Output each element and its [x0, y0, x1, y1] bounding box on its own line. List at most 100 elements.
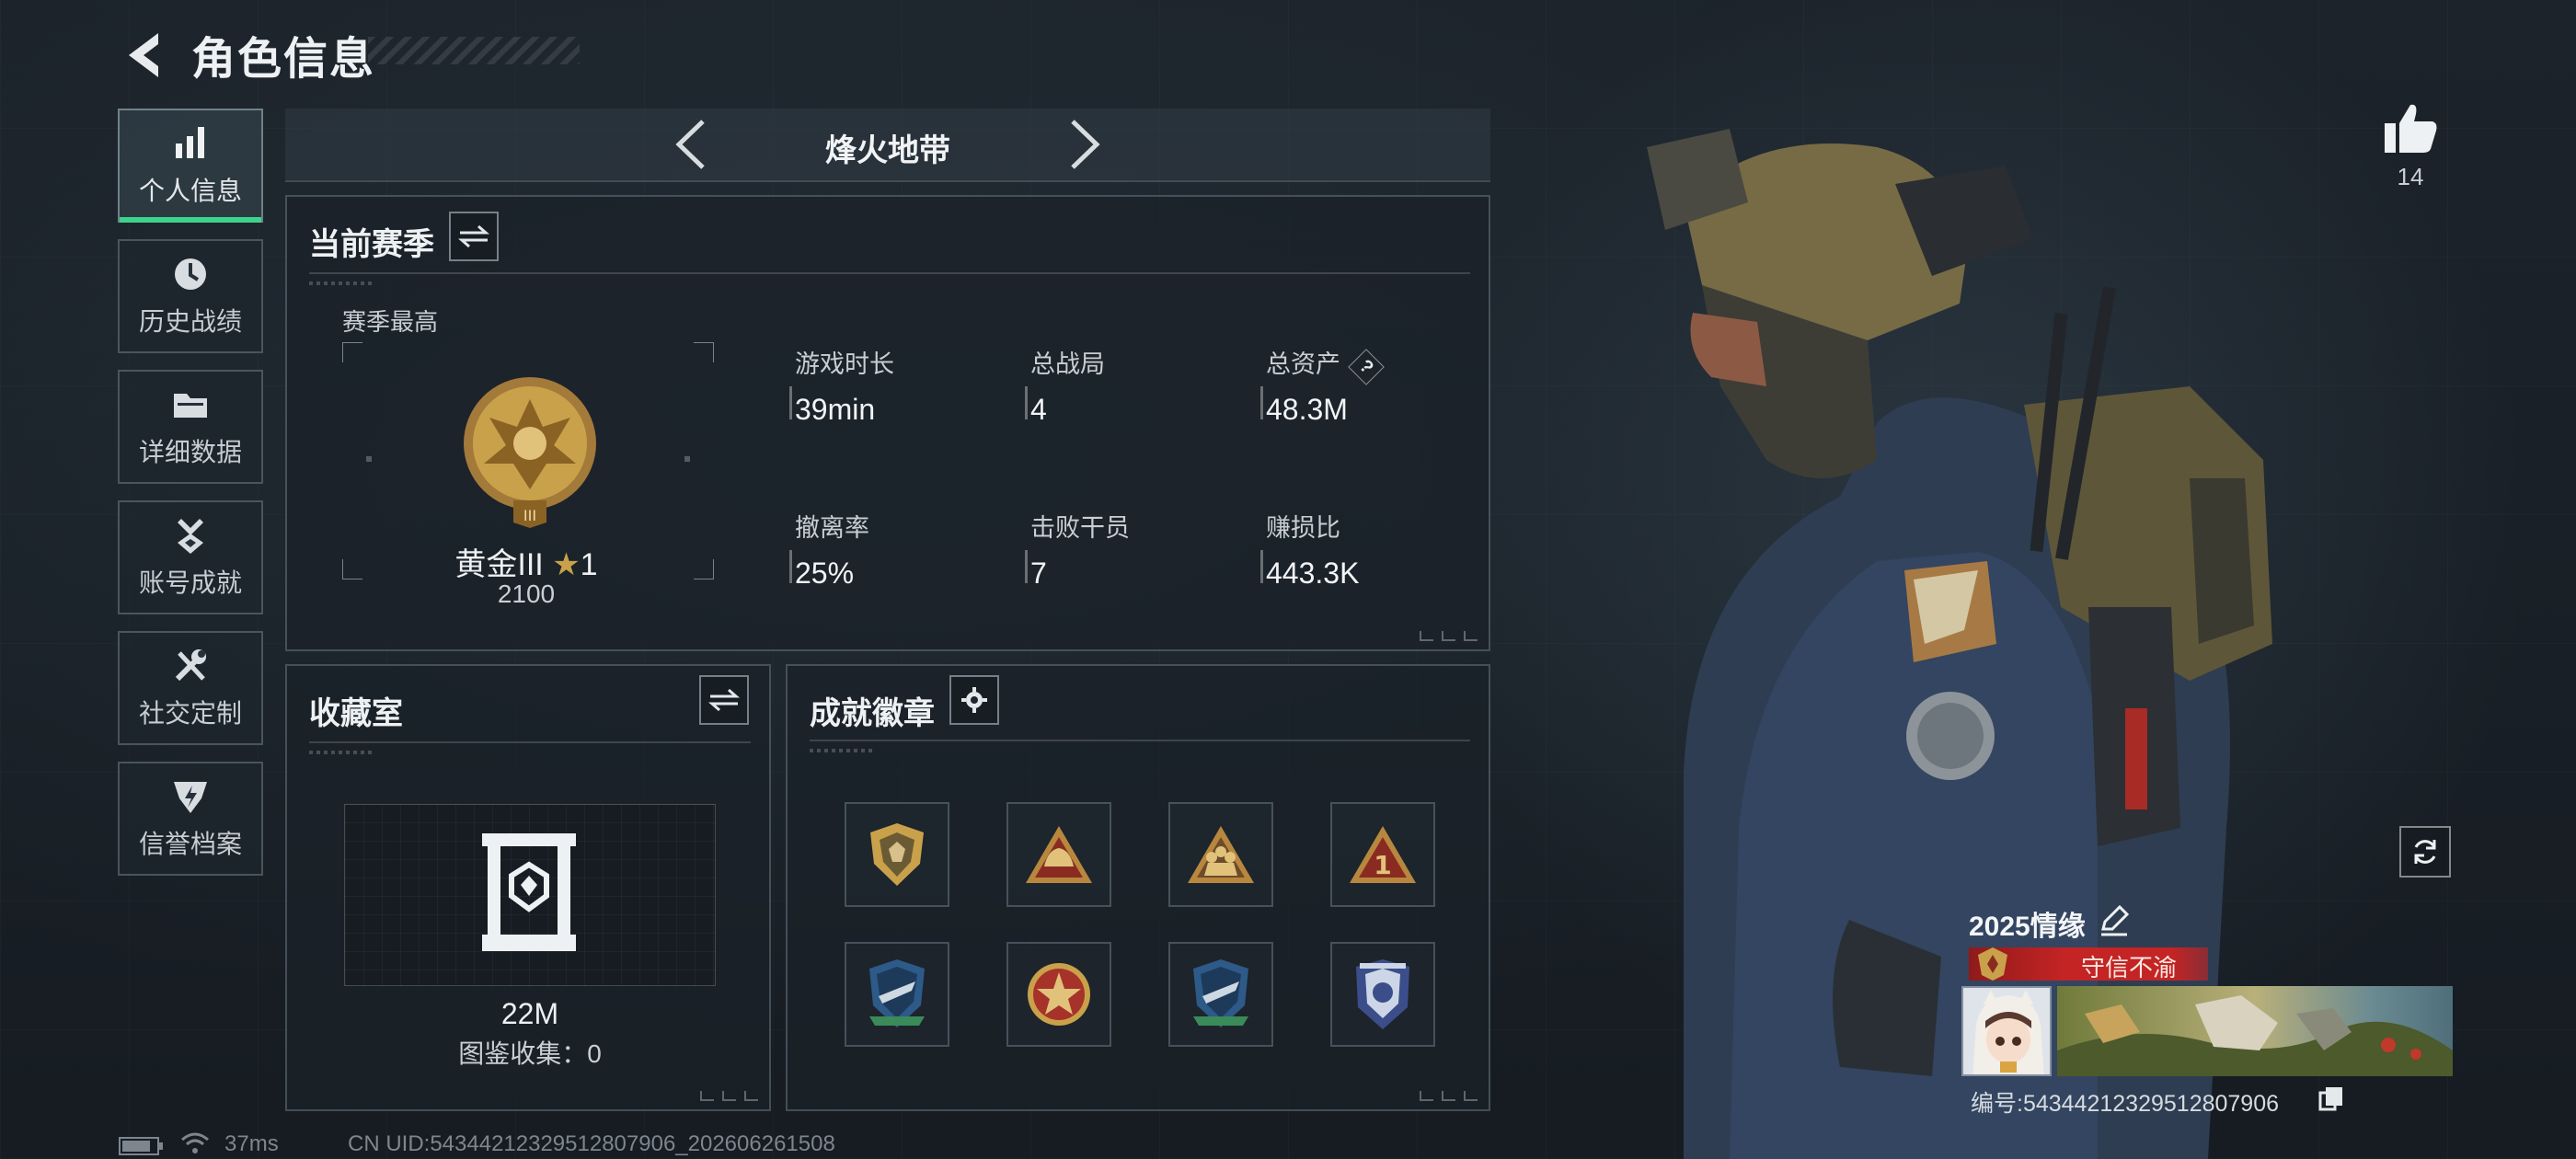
- collection-value: 22M: [500, 997, 559, 1030]
- stat-value: 4: [1030, 393, 1047, 426]
- stat-profit-ratio: 赚损比 443.3K: [1260, 508, 1360, 591]
- stat-label: 游戏时长: [795, 350, 894, 378]
- stat-marker: [1260, 550, 1263, 583]
- thumbs-up-icon: [2385, 104, 2437, 153]
- player-banner[interactable]: [2057, 986, 2453, 1076]
- badge-slot[interactable]: [1330, 942, 1435, 1047]
- stat-total-matches: 总战局 4: [1025, 344, 1105, 427]
- triangle-helmet-badge-icon: [1026, 826, 1092, 883]
- sidebar-item-social[interactable]: 社交定制: [118, 631, 263, 745]
- badges-title: 成就徽章: [810, 696, 935, 731]
- honor-title: 守信不渝: [2081, 954, 2178, 981]
- stat-operators-defeated: 击败干员 7: [1025, 508, 1130, 591]
- rank-name: 黄金III ★1: [287, 539, 765, 584]
- season-panel-title: 当前赛季: [309, 227, 434, 262]
- network-ping: 37ms: [224, 1131, 279, 1156]
- battery-icon: [119, 1137, 163, 1155]
- triangle-number-one-badge-icon: 1: [1350, 826, 1416, 883]
- stat-label: 总资产 ?: [1266, 344, 1385, 385]
- current-season-panel: 当前赛季 赛季最高 III 黄金III ★1 2100 游戏时长 39min 总…: [285, 195, 1490, 651]
- corner-decoration: [1420, 631, 1478, 641]
- rank-score: 2100: [497, 580, 556, 608]
- edit-pencil-icon[interactable]: [2098, 905, 2129, 936]
- swap-arrows-icon: [458, 224, 489, 248]
- wrench-tools-icon: [175, 649, 206, 682]
- sidebar-item-label: 社交定制: [138, 699, 242, 728]
- blue-police-shield-badge-icon: [1356, 959, 1409, 1029]
- like-button[interactable]: 14: [2377, 101, 2444, 191]
- rank-stars: 1: [580, 547, 598, 582]
- divider: [810, 740, 1470, 752]
- sidebar-item-achievements[interactable]: 账号成就: [118, 500, 263, 614]
- divider: [309, 741, 751, 754]
- badge-slot[interactable]: [1168, 942, 1273, 1047]
- catalog-collection-text: 图鉴收集：0: [458, 1039, 602, 1068]
- badges-settings-button[interactable]: [949, 675, 999, 725]
- stat-label: 赚损比: [1266, 514, 1340, 542]
- star-icon: ★: [552, 547, 581, 582]
- honor-emblem-icon: [1978, 947, 2007, 981]
- card-title: 2025情缘: [1969, 912, 2086, 942]
- stat-value: 25%: [795, 557, 855, 590]
- achievement-badges-panel: 成就徽章 1: [786, 664, 1490, 1111]
- stat-label-text: 总资产: [1266, 350, 1340, 378]
- sidebar-item-detailed-data[interactable]: 详细数据: [118, 370, 263, 484]
- player-avatar[interactable]: [1961, 986, 2052, 1076]
- credit-shield-icon: [174, 782, 207, 813]
- collection-title: 收藏室: [309, 696, 403, 731]
- rank-tier: 黄金III: [454, 547, 544, 582]
- stat-label: 总战局: [1030, 350, 1105, 378]
- stat-marker: [789, 550, 792, 583]
- stat-marker: [789, 386, 792, 419]
- sidebar-item-label: 信誉档案: [138, 830, 242, 858]
- help-icon[interactable]: ?: [1347, 349, 1385, 385]
- account-uid: CN UID:5434421232951280790​6_20260626150…: [348, 1131, 835, 1156]
- next-mode-chevron-icon[interactable]: [1058, 118, 1110, 171]
- stat-value: 7: [1030, 557, 1047, 590]
- badge-slot[interactable]: [1168, 802, 1273, 907]
- copy-icon[interactable]: [2318, 1085, 2344, 1111]
- collection-panel: 收藏室 22M 图鉴收集：0: [285, 664, 771, 1111]
- badge-slot[interactable]: [845, 802, 949, 907]
- anime-girl-avatar-image: [1963, 988, 2050, 1074]
- badge-slot[interactable]: 1: [1330, 802, 1435, 907]
- refresh-icon: [2414, 840, 2436, 864]
- wifi-icon: [181, 1132, 209, 1153]
- stat-value: 48.3M: [1266, 393, 1348, 426]
- title-decoration: [368, 37, 580, 64]
- season-best-label: 赛季最高: [342, 308, 439, 336]
- stat-marker: [1025, 550, 1028, 583]
- triangle-squad-badge-icon: [1188, 826, 1254, 883]
- stat-total-assets: 总资产 ? 48.3M: [1260, 344, 1385, 427]
- shield-badge-icon: [870, 823, 924, 886]
- stat-value: 39min: [795, 393, 876, 426]
- sidebar-item-credit[interactable]: 信誉档案: [118, 762, 263, 876]
- history-clock-icon: [175, 258, 206, 290]
- sidebar-item-history[interactable]: 历史战绩: [118, 239, 263, 353]
- folder-icon: [174, 394, 207, 418]
- stat-play-time: 游戏时长 39min: [789, 344, 894, 427]
- achievement-medal-icon: [178, 519, 203, 554]
- blue-wing-shield-badge-icon: [869, 959, 925, 1027]
- back-arrow-icon[interactable]: [118, 28, 173, 83]
- gold-rank-emblem-icon: III: [464, 377, 596, 528]
- badge-slot[interactable]: [1006, 802, 1111, 907]
- stat-value: 443.3K: [1266, 557, 1360, 590]
- sidebar-item-label: 历史战绩: [138, 307, 242, 336]
- sidebar-item-personal-info[interactable]: 个人信息: [118, 109, 263, 223]
- divider: [309, 272, 1470, 285]
- badge-slot[interactable]: [1006, 942, 1111, 1047]
- player-id: 编号:5434421232951280790​6: [1971, 1091, 2280, 1117]
- stat-label: 撤离率: [795, 514, 869, 542]
- collection-switch-button[interactable]: [699, 675, 749, 725]
- mode-selector: 烽火地带: [285, 109, 1490, 182]
- svg-text:III: III: [523, 507, 536, 524]
- sidebar-item-label: 个人信息: [138, 177, 242, 205]
- badge-slot[interactable]: [845, 942, 949, 1047]
- season-switch-button[interactable]: [449, 212, 499, 261]
- display-case-icon: [482, 833, 576, 951]
- stat-marker: [1260, 386, 1263, 419]
- stat-extract-rate: 撤离率 25%: [789, 508, 869, 591]
- battlefield-banner-image: [2057, 986, 2453, 1076]
- refresh-button[interactable]: [2399, 826, 2451, 878]
